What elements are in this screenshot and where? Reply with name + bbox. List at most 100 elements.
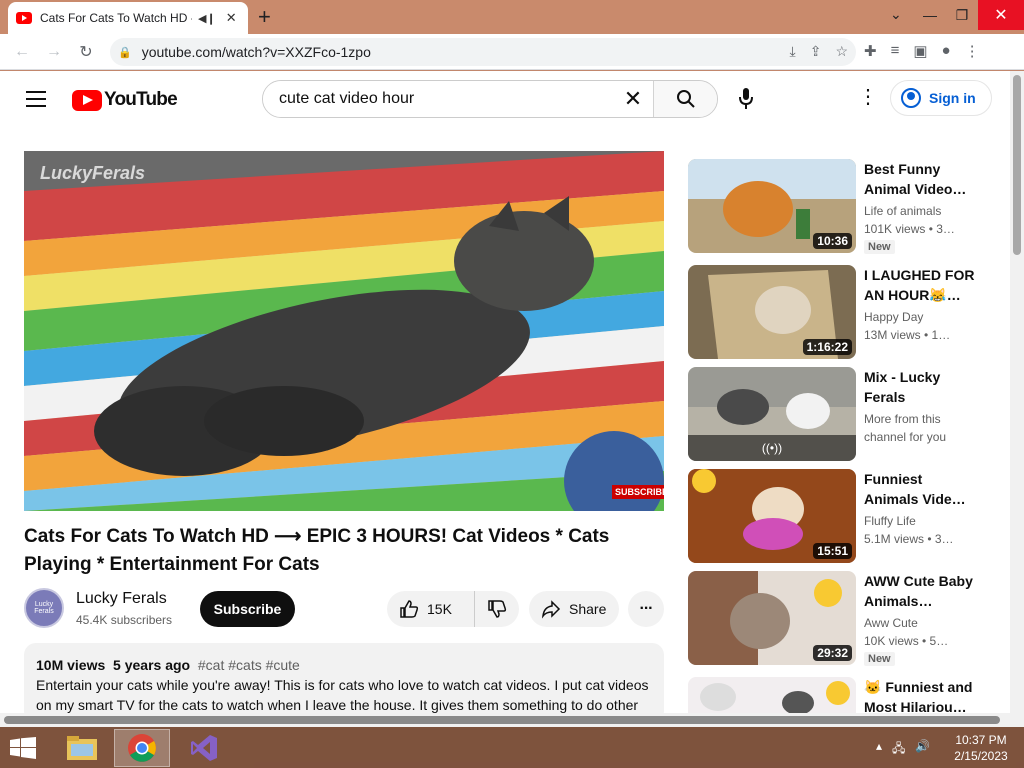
horizontal-scrollbar[interactable] [0,713,1024,727]
tab-strip: Cats For Cats To Watch HD - ◀❙ ✕ + ⌄ — ❐… [0,0,1024,34]
video-duration: 15:51 [813,543,852,559]
video-thumbnail[interactable]: 29:32 [688,571,856,665]
network-icon[interactable]: 🖧 [892,739,905,760]
channel-name[interactable]: Happy Day [864,310,976,324]
video-duration: 1:16:22 [802,339,852,355]
recommended-video[interactable]: 1:16:22 I LAUGHED FOR AN HOUR😹… Happy Da… [688,265,988,361]
video-title[interactable]: 🐱 Funniest and Most Hilariou… [864,677,976,717]
view-count: 13M views • 1… [864,328,951,342]
dislike-button[interactable] [475,599,519,619]
lock-icon[interactable]: 🔒 [118,46,132,59]
media-control-icon[interactable]: ≡ [891,42,900,60]
address-bar[interactable]: 🔒 youtube.com/watch?v=XXZFco-1zpo ⤓ ⇪ ☆ [110,38,856,66]
video-title[interactable]: AWW Cute Baby Animals… [864,571,976,611]
thumbs-down-icon [488,600,507,618]
search-box: ✕ [262,80,718,118]
more-actions-button[interactable]: ··· [628,591,664,627]
install-icon[interactable]: ⤓ [790,43,796,60]
channel-name[interactable]: Life of animals [864,204,976,218]
video-thumbnail[interactable] [688,677,856,717]
search-icon [676,90,695,108]
video-thumbnail[interactable]: 15:51 [688,469,856,563]
reload-button[interactable]: ↻ [70,42,102,62]
chrome-taskbar-button[interactable] [114,729,170,767]
video-title[interactable]: I LAUGHED FOR AN HOUR😹… [864,265,976,305]
scroll-thumb[interactable] [1013,75,1021,255]
browser-toolbar: ← → ↻ 🔒 youtube.com/watch?v=XXZFco-1zpo … [0,34,1024,70]
visual-studio-icon [191,735,217,761]
taskbar: ▴ 🖧 🔊 10:37 PM 2/15/2023 [0,727,1024,768]
recommended-video[interactable]: 🐱 Funniest and Most Hilariou… [688,677,988,717]
file-explorer-button[interactable] [54,729,110,767]
side-panel-icon[interactable]: ▣ [913,42,927,60]
extensions-icon[interactable]: ✚ [864,42,877,60]
chevron-up-icon[interactable]: ▴ [876,739,882,760]
channel-name[interactable]: Lucky Ferals [76,590,167,608]
channel-name[interactable]: More from this [864,412,976,426]
speaker-icon[interactable]: ◀❙ [198,12,216,25]
chevron-down-icon[interactable]: ⌄ [890,6,902,23]
view-count: 5.1M views • 3… [864,532,954,546]
description-meta: 10M views 5 years ago #cat #cats #cute [36,657,300,673]
sign-in-button[interactable]: Sign in [890,80,992,116]
new-tab-button[interactable]: + [258,4,271,30]
close-window-button[interactable]: ✕ [978,0,1024,30]
bookmark-star-icon[interactable]: ☆ [835,43,848,60]
subscribe-overlay[interactable]: SUBSCRIBE [612,485,664,499]
view-count: 101K views • 3… [864,222,955,236]
start-button[interactable] [0,729,46,767]
youtube-logo[interactable]: YouTube [72,89,178,111]
settings-kebab-icon[interactable]: ⋮ [858,87,878,107]
youtube-page: YouTube ✕ ⋮ Sign in [0,71,1010,717]
search-button[interactable] [653,81,717,117]
channel-watermark: LuckyFerals [40,163,146,183]
scroll-thumb[interactable] [4,716,1000,724]
volume-icon[interactable]: 🔊 [915,739,930,760]
search-input[interactable] [263,81,613,117]
youtube-favicon-icon [16,12,32,24]
like-button[interactable]: 15K [387,591,475,627]
recommended-video[interactable]: 10:36 Best Funny Animal Video… Life of a… [688,159,988,255]
visual-studio-button[interactable] [176,729,232,767]
back-button[interactable]: ← [6,43,38,61]
share-page-icon[interactable]: ⇪ [810,43,822,60]
subscribe-button[interactable]: Subscribe [200,591,295,627]
forward-button[interactable]: → [38,43,70,61]
channel-name[interactable]: Aww Cute [864,616,976,630]
channel-avatar[interactable]: Lucky Ferals [24,588,64,628]
video-title[interactable]: Funniest Animals Vide… [864,469,976,509]
browser-tab[interactable]: Cats For Cats To Watch HD - ◀❙ ✕ [8,2,248,34]
video-thumbnail[interactable]: ((•)) [688,367,856,461]
video-frame [24,151,664,511]
profile-icon[interactable]: ● [942,42,951,60]
minimize-button[interactable]: — [914,0,946,30]
url-text[interactable]: youtube.com/watch?v=XXZFco-1zpo [142,44,371,60]
recommended-mix[interactable]: ((•)) Mix - Lucky Ferals More from this … [688,367,988,463]
recommended-video[interactable]: 15:51 Funniest Animals Vide… Fluffy Life… [688,469,988,565]
clear-search-icon[interactable]: ✕ [613,81,653,117]
microphone-icon[interactable] [736,87,756,111]
video-duration: 10:36 [813,233,852,249]
video-title: Cats For Cats To Watch HD ⟶ EPIC 3 HOURS… [24,526,610,575]
channel-name[interactable]: Fluffy Life [864,514,976,528]
clock[interactable]: 10:37 PM 2/15/2023 [946,732,1016,764]
hamburger-menu-icon[interactable] [26,91,46,112]
mix-subtitle: channel for you [864,430,947,444]
video-thumbnail[interactable]: 10:36 [688,159,856,253]
recommended-video[interactable]: 29:32 AWW Cute Baby Animals… Aww Cute 10… [688,571,988,667]
share-button[interactable]: Share [529,591,619,627]
account-icon [901,88,921,108]
video-title[interactable]: Mix - Lucky Ferals [864,367,976,407]
hashtags[interactable]: #cat #cats #cute [198,657,300,673]
new-badge: New [864,652,895,666]
close-tab-icon[interactable]: ✕ [226,10,237,26]
video-thumbnail[interactable]: 1:16:22 [688,265,856,359]
description-text: Entertain your cats while you're away! T… [36,677,649,713]
mix-radio-icon: ((•)) [688,435,856,461]
vertical-scrollbar[interactable] [1010,71,1024,717]
description-box[interactable]: 10M views 5 years ago #cat #cats #cute E… [24,643,664,717]
video-player[interactable]: LuckyFerals SUBSCRIBE [24,151,664,511]
restore-button[interactable]: ❐ [946,0,978,30]
chrome-menu-icon[interactable]: ⋮ [965,42,980,60]
video-title[interactable]: Best Funny Animal Video… [864,159,976,199]
